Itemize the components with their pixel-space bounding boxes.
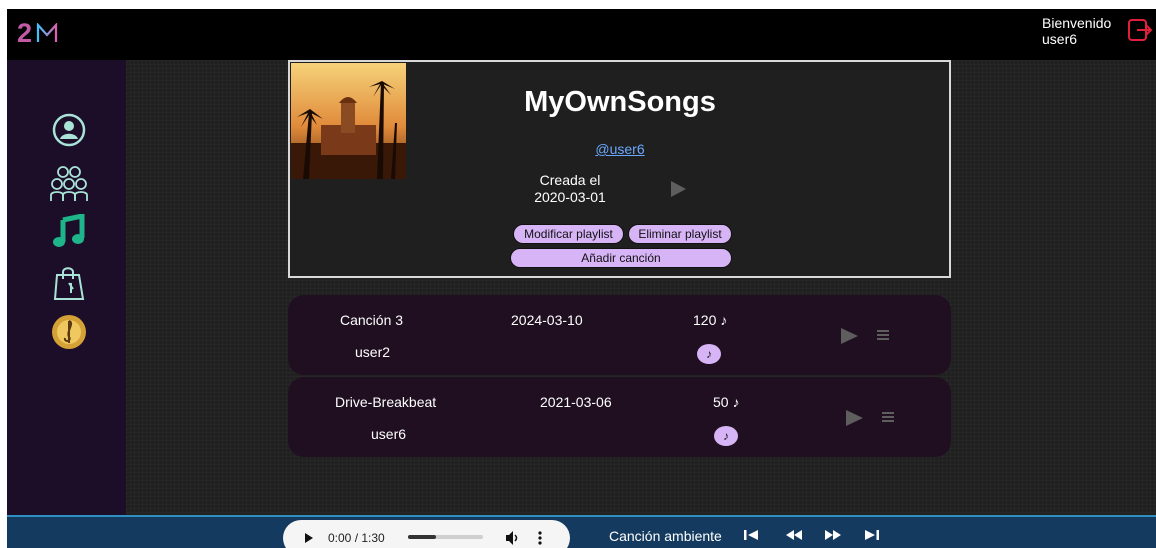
song-row[interactable]: Drive-Breakbeat 2021-03-06 50 ♪ user6 ♪ xyxy=(288,377,951,457)
song-menu-icon[interactable] xyxy=(882,411,894,423)
playlist-cover-image xyxy=(291,63,406,179)
created-date: 2020-03-01 xyxy=(534,189,606,205)
created-label: Creada el xyxy=(539,172,601,188)
playlist-card: MyOwnSongs @user6 Creada el 2020-03-01 M… xyxy=(288,60,951,278)
app-logo[interactable]: 2 xyxy=(17,18,58,48)
song-title: Drive-Breakbeat xyxy=(335,394,437,410)
playlist-created-date: Creada el 2020-03-01 xyxy=(515,172,625,206)
skip-previous-icon[interactable] xyxy=(742,529,760,541)
sidebar xyxy=(7,60,126,515)
audio-play-icon[interactable] xyxy=(304,532,314,544)
song-count: 120 ♪ xyxy=(693,312,728,328)
song-title: Canción 3 xyxy=(340,312,404,328)
song-row[interactable]: Canción 3 2024-03-10 120 ♪ user2 ♪ xyxy=(288,295,951,375)
ambient-track-label: Canción ambiente xyxy=(609,528,722,544)
shopping-bag-icon[interactable] xyxy=(49,263,89,303)
users-group-icon[interactable] xyxy=(49,163,89,203)
song-date: 2024-03-10 xyxy=(511,312,583,328)
fast-forward-icon[interactable] xyxy=(824,529,842,541)
song-date: 2021-03-06 xyxy=(540,394,612,410)
audio-time: 0:00 / 1:30 xyxy=(328,531,385,545)
audio-progress-bar[interactable] xyxy=(408,535,483,539)
logout-icon[interactable] xyxy=(1127,17,1153,43)
playlist-title: MyOwnSongs xyxy=(524,86,716,118)
skip-next-icon[interactable] xyxy=(863,529,881,541)
delete-playlist-button[interactable]: Eliminar playlist xyxy=(628,224,732,244)
logo-number: 2 xyxy=(17,18,33,48)
welcome-greeting: Bienvenido xyxy=(1042,15,1112,31)
rewind-icon[interactable] xyxy=(785,529,803,541)
modify-playlist-button[interactable]: Modificar playlist xyxy=(513,224,624,244)
welcome-text: Bienvenido user6 xyxy=(1042,15,1111,47)
audio-player: 0:00 / 1:30 xyxy=(283,520,570,548)
welcome-username: user6 xyxy=(1042,31,1078,47)
song-play-icon[interactable] xyxy=(844,408,864,428)
song-count: 50 ♪ xyxy=(713,394,740,410)
audio-progress-fill xyxy=(408,535,436,539)
app-window: 2 Bienvenido user6 MyOwnSongs @user6 Cre… xyxy=(7,9,1156,548)
song-menu-icon[interactable] xyxy=(877,329,889,341)
song-artist: user6 xyxy=(371,426,407,442)
playlist-owner-link[interactable]: @user6 xyxy=(570,141,670,157)
add-song-button[interactable]: Añadir canción xyxy=(510,248,732,268)
logo-m-icon xyxy=(36,23,58,42)
treble-clef-medal-icon[interactable] xyxy=(49,312,89,352)
user-circle-icon[interactable] xyxy=(49,110,89,150)
playlist-play-icon[interactable] xyxy=(669,180,687,198)
main-content: MyOwnSongs @user6 Creada el 2020-03-01 M… xyxy=(126,60,1156,515)
top-bar: 2 Bienvenido user6 xyxy=(7,9,1156,60)
music-note-icon[interactable] xyxy=(49,211,89,251)
bottom-player-bar: 0:00 / 1:30 Canción ambiente xyxy=(7,515,1156,548)
add-to-playlist-note-button[interactable]: ♪ xyxy=(714,426,738,446)
add-to-playlist-note-button[interactable]: ♪ xyxy=(697,344,721,364)
song-artist: user2 xyxy=(355,344,391,360)
song-play-icon[interactable] xyxy=(839,326,859,346)
volume-icon[interactable] xyxy=(505,530,521,546)
more-options-icon[interactable] xyxy=(537,530,543,546)
